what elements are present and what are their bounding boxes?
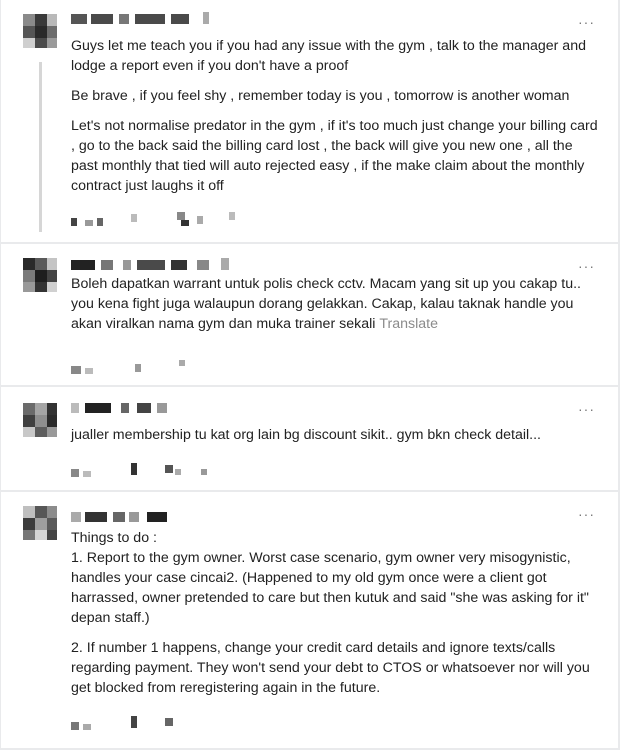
comment-body: Boleh dapatkan warrant untuk polis check… — [71, 274, 601, 334]
comment-paragraph: Guys let me teach you if you had any iss… — [71, 38, 586, 74]
author-name-redacted[interactable] — [71, 403, 181, 415]
author-name-redacted[interactable] — [71, 258, 241, 272]
avatar[interactable] — [23, 258, 57, 292]
comment-paragraph: Let's not normalise predator in the gym … — [71, 118, 598, 194]
comment-actions-redacted[interactable] — [71, 360, 191, 374]
more-options-icon[interactable]: ··· — [578, 507, 596, 521]
comment-card-2: ··· Boleh dapatkan warrant untuk polis c… — [1, 244, 618, 385]
comment-actions-redacted[interactable] — [71, 212, 241, 226]
comment-paragraph: 2. If number 1 happens, change your cred… — [71, 640, 590, 696]
comment-paragraph: Things to do : — [71, 530, 157, 546]
comment-actions-redacted[interactable] — [71, 463, 211, 477]
comment-body: Things to do : 1. Report to the gym owne… — [71, 528, 601, 708]
avatar[interactable] — [23, 506, 57, 540]
comment-card-3: ··· jualler membership tu kat org lain b… — [1, 387, 618, 490]
avatar[interactable] — [23, 403, 57, 437]
author-name-redacted[interactable] — [71, 512, 181, 524]
comment-paragraph: Be brave , if you feel shy , remember to… — [71, 88, 570, 104]
author-name-redacted[interactable] — [71, 12, 211, 26]
comment-card-1: ··· Guys let me teach you if you had any… — [1, 0, 618, 242]
more-options-icon[interactable]: ··· — [578, 402, 596, 416]
comment-card-4: ··· Things to do : 1. Report to the gym … — [1, 492, 618, 748]
comment-body: Guys let me teach you if you had any iss… — [71, 36, 601, 206]
comment-body: jualler membership tu kat org lain bg di… — [71, 425, 601, 445]
thread-line — [39, 62, 42, 232]
comment-paragraph: jualler membership tu kat org lain bg di… — [71, 427, 541, 443]
comment-text: Boleh dapatkan warrant untuk polis check… — [71, 276, 581, 332]
more-options-icon[interactable]: ··· — [578, 15, 596, 29]
comment-paragraph: 1. Report to the gym owner. Worst case s… — [71, 550, 589, 626]
more-options-icon[interactable]: ··· — [578, 259, 596, 273]
comment-paragraph: Boleh dapatkan warrant untuk polis check… — [71, 274, 601, 334]
comment-actions-redacted[interactable] — [71, 716, 181, 730]
translate-link[interactable]: Translate — [379, 316, 438, 332]
avatar[interactable] — [23, 14, 57, 48]
